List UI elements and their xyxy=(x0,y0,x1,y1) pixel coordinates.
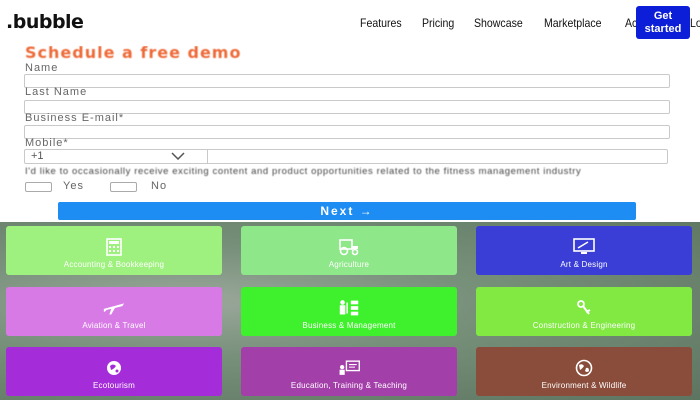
nav-link-marketplace[interactable]: Marketplace xyxy=(544,16,602,30)
next-button[interactable]: Next → xyxy=(58,202,636,220)
category-label: Environment & Wildlife xyxy=(541,381,627,390)
tractor-icon xyxy=(337,238,361,256)
category-tile-construction[interactable]: Construction & Engineering xyxy=(476,287,692,336)
nav-link-login[interactable]: Log in xyxy=(690,16,700,30)
org-chart-icon xyxy=(337,299,361,317)
bubble-logo[interactable]: .bubble xyxy=(6,11,84,33)
category-label: Art & Design xyxy=(560,260,608,269)
nav-link-features[interactable]: Features xyxy=(360,16,402,30)
mobile-label: Mobile* xyxy=(25,137,69,149)
no-checkbox[interactable] xyxy=(110,182,137,192)
globe-icon xyxy=(572,359,596,377)
category-tile-ecotourism[interactable]: Ecotourism xyxy=(6,347,222,396)
category-tile-art-design[interactable]: Art & Design xyxy=(476,226,692,275)
nav-link-pricing[interactable]: Pricing xyxy=(422,16,454,30)
category-tile-business[interactable]: Business & Management xyxy=(241,287,457,336)
category-label: Business & Management xyxy=(302,321,396,330)
category-label: Accounting & Bookkeeping xyxy=(63,260,165,269)
get-started-button[interactable]: Get started xyxy=(636,6,690,39)
category-label: Education, Training & Teaching xyxy=(290,381,408,390)
monitor-icon xyxy=(572,238,596,256)
nav-link-showcase[interactable]: Showcase xyxy=(474,16,523,30)
category-label: Ecotourism xyxy=(92,381,135,390)
email-label: Business E-mail* xyxy=(25,112,125,124)
teacher-board-icon xyxy=(337,359,361,377)
consent-text: I'd like to occasionally receive excitin… xyxy=(25,166,582,177)
name-label: Name xyxy=(25,62,59,74)
mobile-field: +1 xyxy=(24,149,668,164)
yes-label: Yes xyxy=(63,180,84,192)
airplane-icon xyxy=(102,299,126,317)
chevron-down-icon[interactable] xyxy=(171,152,185,160)
top-navigation: .bubble Features Pricing Showcase Market… xyxy=(0,0,700,46)
excavator-icon xyxy=(572,299,596,317)
name-input[interactable] xyxy=(24,74,670,88)
category-tile-aviation[interactable]: Aviation & Travel xyxy=(6,287,222,336)
country-code-select[interactable]: +1 xyxy=(31,150,44,162)
email-input[interactable] xyxy=(24,125,670,139)
demo-form: Schedule a free demo Name Last Name Busi… xyxy=(0,46,700,222)
category-label: Aviation & Travel xyxy=(82,321,146,330)
category-tile-environment[interactable]: Environment & Wildlife xyxy=(476,347,692,396)
no-label: No xyxy=(151,180,168,192)
calculator-icon xyxy=(102,238,126,256)
category-tile-education[interactable]: Education, Training & Teaching xyxy=(241,347,457,396)
category-tile-accounting[interactable]: Accounting & Bookkeeping xyxy=(6,226,222,275)
last-name-label: Last Name xyxy=(25,86,88,98)
eco-globe-icon xyxy=(102,359,126,377)
category-label: Agriculture xyxy=(328,260,370,269)
phone-separator xyxy=(207,150,208,163)
category-label: Construction & Engineering xyxy=(532,321,636,330)
form-title: Schedule a free demo xyxy=(25,46,242,62)
category-tile-agriculture[interactable]: Agriculture xyxy=(241,226,457,275)
yes-checkbox[interactable] xyxy=(25,182,52,192)
